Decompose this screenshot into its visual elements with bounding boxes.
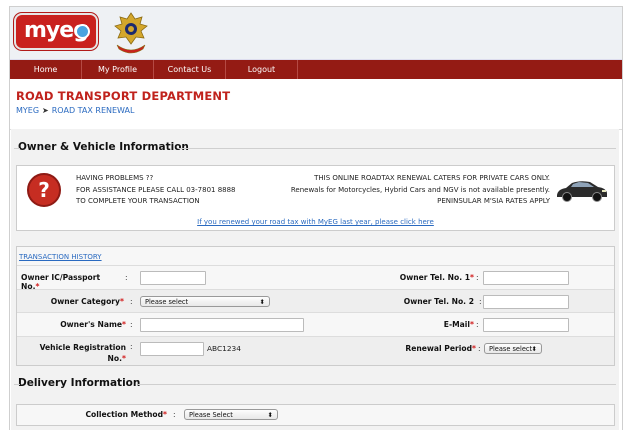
required-mark: *	[472, 344, 476, 353]
owner-tel1-label: Owner Tel. No. 1*	[382, 273, 474, 282]
owner-section-divider	[178, 148, 616, 149]
nav-home[interactable]: Home	[10, 60, 82, 79]
renew-last-year-link[interactable]: If you renewed your road tax with MyEG l…	[197, 218, 434, 226]
question-icon: ?	[27, 173, 61, 207]
owner-section-heading: Owner & Vehicle Information	[18, 141, 189, 153]
vehicle-reg-label-line: No.	[107, 354, 123, 363]
owner-tel1-input[interactable]	[483, 271, 569, 285]
help-line: TO COMPLETE YOUR TRANSACTION	[76, 197, 200, 205]
owner-tel1-label-text: Owner Tel. No. 1	[399, 273, 471, 282]
select-arrows-icon: ⬍	[531, 345, 537, 353]
owner-category-value: Please select	[145, 298, 189, 306]
notice-line: THIS ONLINE ROADTAX RENEWAL CATERS FOR P…	[314, 174, 550, 182]
colon: :	[476, 320, 479, 329]
help-line: FOR ASSISTANCE PLEASE CALL 03-7801 8888	[76, 185, 236, 194]
required-mark: *	[163, 410, 167, 419]
email-input[interactable]	[483, 318, 569, 332]
notice-line: Renewals for Motorcycles, Hybrid Cars an…	[290, 185, 550, 194]
email-label-text: E-Mail	[443, 320, 471, 329]
renewal-period-label: Renewal Period*	[402, 344, 476, 353]
select-arrows-icon: ⬍	[259, 298, 265, 306]
colon: :	[173, 410, 176, 419]
page-frame: myeg Home My Profile Contact Us Logout R…	[9, 6, 623, 430]
select-arrows-icon: ⬍	[267, 411, 273, 419]
owner-section-divider-left	[14, 148, 20, 149]
owner-category-select[interactable]: Please select ⬍	[140, 296, 270, 307]
help-line: HAVING PROBLEMS ??	[76, 174, 154, 182]
owner-category-label-text: Owner Category	[50, 297, 121, 306]
colon: :	[479, 297, 482, 306]
notice-line: PENINSULAR M'SIA RATES APPLY	[437, 197, 550, 205]
renewal-notice: THIS ONLINE ROADTAX RENEWAL CATERS FOR P…	[291, 173, 550, 208]
jpj-crest-icon	[114, 12, 148, 54]
nav-contact-us[interactable]: Contact Us	[154, 60, 226, 79]
vehicle-reg-input[interactable]	[140, 342, 204, 356]
title-bar: ROAD TRANSPORT DEPARTMENT MYEG ➤ ROAD TAX …	[10, 79, 622, 130]
help-text: HAVING PROBLEMS ?? FOR ASSISTANCE PLEASE…	[76, 173, 236, 208]
owner-name-input[interactable]	[140, 318, 304, 332]
required-mark: *	[120, 297, 124, 306]
collection-method-select[interactable]: Please Select ⬍	[184, 409, 278, 420]
owner-name-label: Owner's Name*	[21, 320, 126, 329]
breadcrumb-myeg[interactable]: MYEG	[16, 106, 39, 115]
required-mark: *	[122, 320, 126, 329]
renewal-period-value: Please select	[489, 345, 533, 353]
email-label: E-Mail*	[417, 320, 474, 329]
colon: :	[130, 320, 133, 329]
breadcrumb-arrow-icon: ➤	[42, 106, 49, 115]
collection-method-label-text: Collection Method	[85, 410, 164, 419]
transaction-history-link[interactable]: TRANSACTION HISTORY	[19, 253, 102, 261]
nav-logout[interactable]: Logout	[226, 60, 298, 79]
colon: :	[478, 344, 481, 353]
collection-method-label: Collection Method*	[57, 410, 167, 419]
owner-tel2-label: Owner Tel. No. 2	[403, 297, 474, 306]
info-box: ? HAVING PROBLEMS ?? FOR ASSISTANCE PLEA…	[16, 165, 615, 215]
delivery-section-divider	[138, 384, 616, 385]
collection-row: Collection Method* : Please Select ⬍	[16, 404, 615, 426]
form-row: Vehicle Registration No.* : ABC1234 Rene…	[17, 336, 614, 365]
owner-ic-input[interactable]	[140, 271, 206, 285]
owner-category-label: Owner Category*	[21, 297, 124, 306]
colon: :	[125, 273, 128, 282]
form-row: Owner IC/Passport No.* : Owner Tel. No. …	[17, 265, 614, 291]
renewal-period-label-text: Renewal Period	[405, 344, 473, 353]
logo-dot-icon	[75, 24, 90, 39]
vehicle-reg-label: Vehicle Registration No.*	[21, 342, 126, 364]
owner-name-label-text: Owner's Name	[60, 320, 123, 329]
car-icon	[557, 181, 607, 202]
delivery-section-divider-left	[14, 384, 20, 385]
colon: :	[130, 342, 133, 351]
myeg-logo[interactable]: myeg	[16, 15, 96, 48]
breadcrumb: MYEG ➤ ROAD TAX RENEWAL	[16, 106, 134, 115]
delivery-section-heading: Delivery Information	[18, 377, 141, 389]
vehicle-reg-label-line: Vehicle Registration	[39, 343, 126, 352]
renew-link-row: If you renewed your road tax with MyEG l…	[16, 214, 615, 231]
header: myeg	[10, 7, 622, 60]
required-mark: *	[470, 320, 474, 329]
renewal-period-select[interactable]: Please select ⬍	[484, 343, 542, 354]
colon: :	[130, 297, 133, 306]
form-row: Owner's Name* : E-Mail* :	[17, 312, 614, 336]
colon: :	[476, 273, 479, 282]
page-title: ROAD TRANSPORT DEPARTMENT	[16, 89, 231, 103]
breadcrumb-road-tax-renewal[interactable]: ROAD TAX RENEWAL	[52, 106, 135, 115]
nav-my-profile[interactable]: My Profile	[82, 60, 154, 79]
form-row: Owner Category* : Please select ⬍ Owner T…	[17, 289, 614, 312]
required-mark: *	[470, 273, 474, 282]
owner-tel2-input[interactable]	[483, 295, 569, 309]
vehicle-reg-value: ABC1234	[207, 344, 241, 353]
collection-method-value: Please Select	[189, 411, 233, 419]
required-mark: *	[122, 354, 126, 363]
owner-vehicle-form: TRANSACTION HISTORY Owner IC/Passport No…	[16, 246, 615, 366]
main-nav: Home My Profile Contact Us Logout	[10, 60, 622, 79]
